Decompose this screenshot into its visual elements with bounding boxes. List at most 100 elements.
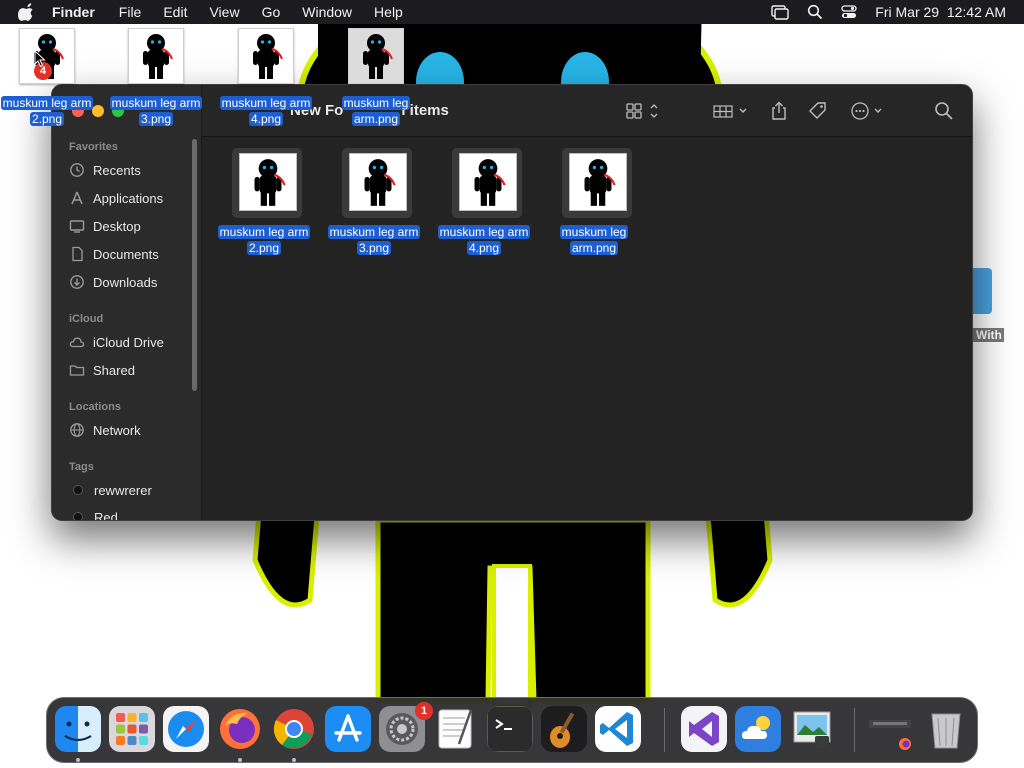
- chrome-icon: [273, 709, 314, 749]
- file-thumbnail: [349, 153, 407, 211]
- shared-folder-icon: [69, 365, 85, 376]
- file-thumbnail: [569, 153, 627, 211]
- group-by-icon: [713, 105, 747, 118]
- sidebar-section-favorites: Favorites: [69, 141, 118, 153]
- sidebar-tag-red[interactable]: Red: [69, 506, 193, 520]
- settings-notification-badge: 1: [415, 702, 433, 720]
- dock-downloads-stack[interactable]: [867, 706, 913, 752]
- textedit-icon: [438, 709, 473, 749]
- dock-firefox[interactable]: [217, 706, 263, 752]
- file-thumbnail-highlight: [452, 148, 522, 218]
- file-thumbnail: [348, 28, 404, 84]
- desktop-file-label: muskum leg arm 2.png: [0, 96, 94, 126]
- menu-file[interactable]: File: [119, 4, 142, 20]
- network-icon: [70, 423, 84, 437]
- file-thumbnail: [239, 153, 297, 211]
- vscode-icon: [595, 706, 641, 752]
- search-icon[interactable]: [807, 4, 823, 20]
- dock-finder[interactable]: [55, 706, 101, 752]
- search-icon: [935, 102, 953, 120]
- file-thumbnail: [128, 28, 184, 84]
- sidebar-section-tags: Tags: [69, 461, 94, 473]
- desktop-file-label: muskum leg arm 4.png: [219, 96, 313, 126]
- desktop-file-label: muskum leg arm.png: [341, 96, 411, 126]
- more-actions-button[interactable]: [850, 101, 886, 121]
- sidebar-item-desktop[interactable]: Desktop: [69, 215, 193, 237]
- desktop-icon: [69, 220, 85, 233]
- control-center-icon[interactable]: [841, 4, 857, 20]
- dock-safari[interactable]: [163, 706, 209, 752]
- sidebar-item-shared[interactable]: Shared: [69, 359, 193, 381]
- sidebar-tag-rewwrerer[interactable]: rewwrerer: [69, 479, 193, 501]
- menu-go[interactable]: Go: [262, 4, 281, 20]
- menu-view[interactable]: View: [209, 4, 239, 20]
- menu-finder[interactable]: Finder: [52, 4, 95, 20]
- downloads-stack-icon: [869, 720, 911, 750]
- dock-launchpad[interactable]: [109, 706, 155, 752]
- dock-garageband[interactable]: [541, 706, 587, 752]
- screen-mirroring-icon[interactable]: [771, 4, 789, 20]
- launchpad-icon: [109, 706, 155, 752]
- sidebar-item-documents[interactable]: Documents: [69, 243, 193, 265]
- file-thumbnail: [238, 28, 294, 84]
- sidebar-item-recents[interactable]: Recents: [69, 159, 193, 181]
- file-thumbnail-highlight: [562, 148, 632, 218]
- dock-separator: [854, 708, 855, 752]
- menu-help[interactable]: Help: [374, 4, 403, 20]
- sidebar-section-locations: Locations: [69, 401, 121, 413]
- dock-weather[interactable]: [735, 706, 781, 752]
- tag-button[interactable]: [808, 101, 828, 121]
- sidebar-item-applications[interactable]: Applications: [69, 187, 193, 209]
- running-indicator: [292, 758, 296, 762]
- menu-window[interactable]: Window: [302, 4, 352, 20]
- dock-preview[interactable]: [789, 706, 835, 752]
- trash-icon: [931, 713, 961, 749]
- tag-icon: [809, 102, 826, 119]
- dock-separator: [664, 708, 665, 752]
- file-thumbnail: [459, 153, 517, 211]
- applications-icon: [71, 191, 83, 205]
- dock-vscode[interactable]: [595, 706, 641, 752]
- dock-trash[interactable]: [923, 706, 969, 752]
- document-icon: [72, 246, 83, 262]
- running-indicator: [238, 758, 242, 762]
- menu-bar: Finder File Edit View Go Window Help Fri…: [0, 0, 1024, 24]
- download-icon: [70, 275, 84, 289]
- group-by-button[interactable]: [713, 101, 751, 121]
- dock-app-store[interactable]: [325, 706, 371, 752]
- search-button[interactable]: [934, 101, 954, 121]
- firefox-icon: [220, 709, 260, 749]
- cloud-icon: [69, 337, 85, 348]
- dock: 1: [46, 697, 978, 763]
- dock-textedit[interactable]: [433, 706, 479, 752]
- garageband-icon: [541, 706, 587, 752]
- sidebar-section-icloud: iCloud: [69, 313, 104, 325]
- sidebar-item-downloads[interactable]: Downloads: [69, 271, 193, 293]
- app-store-icon: [325, 706, 371, 752]
- apple-logo-icon[interactable]: [18, 3, 36, 21]
- sidebar-item-network[interactable]: Network: [69, 419, 193, 441]
- finder-content-area[interactable]: muskum leg arm 2.png muskum leg arm 3.png: [202, 138, 972, 520]
- icon-view-button[interactable]: [626, 101, 660, 121]
- sidebar-scrollbar[interactable]: [192, 139, 197, 391]
- desktop-file-label: muskum leg arm 3.png: [109, 96, 203, 126]
- sidebar-item-icloud-drive[interactable]: iCloud Drive: [69, 331, 193, 353]
- clock-icon: [70, 163, 84, 177]
- terminal-icon: [487, 706, 533, 752]
- safari-icon: [163, 706, 209, 752]
- running-indicator: [76, 758, 80, 762]
- file-name-label: muskum leg arm 3.png: [327, 225, 421, 255]
- menubar-datetime[interactable]: Fri Mar 29 12:42 AM: [875, 4, 1006, 20]
- dock-visual-studio[interactable]: [681, 706, 727, 752]
- dock-terminal[interactable]: [487, 706, 533, 752]
- menu-edit[interactable]: Edit: [163, 4, 187, 20]
- icon-view-icon: [626, 103, 658, 119]
- file-name-label: muskum leg arm 4.png: [437, 225, 531, 255]
- finder-icon: [55, 706, 101, 752]
- finder-sidebar: Favorites Recents Applications Desktop D…: [52, 85, 202, 520]
- file-name-label: muskum leg arm.png: [559, 225, 629, 255]
- folder-icon: [970, 268, 992, 314]
- file-name-label: muskum leg arm 2.png: [217, 225, 311, 255]
- share-button[interactable]: [770, 101, 788, 121]
- dock-chrome[interactable]: [271, 706, 317, 752]
